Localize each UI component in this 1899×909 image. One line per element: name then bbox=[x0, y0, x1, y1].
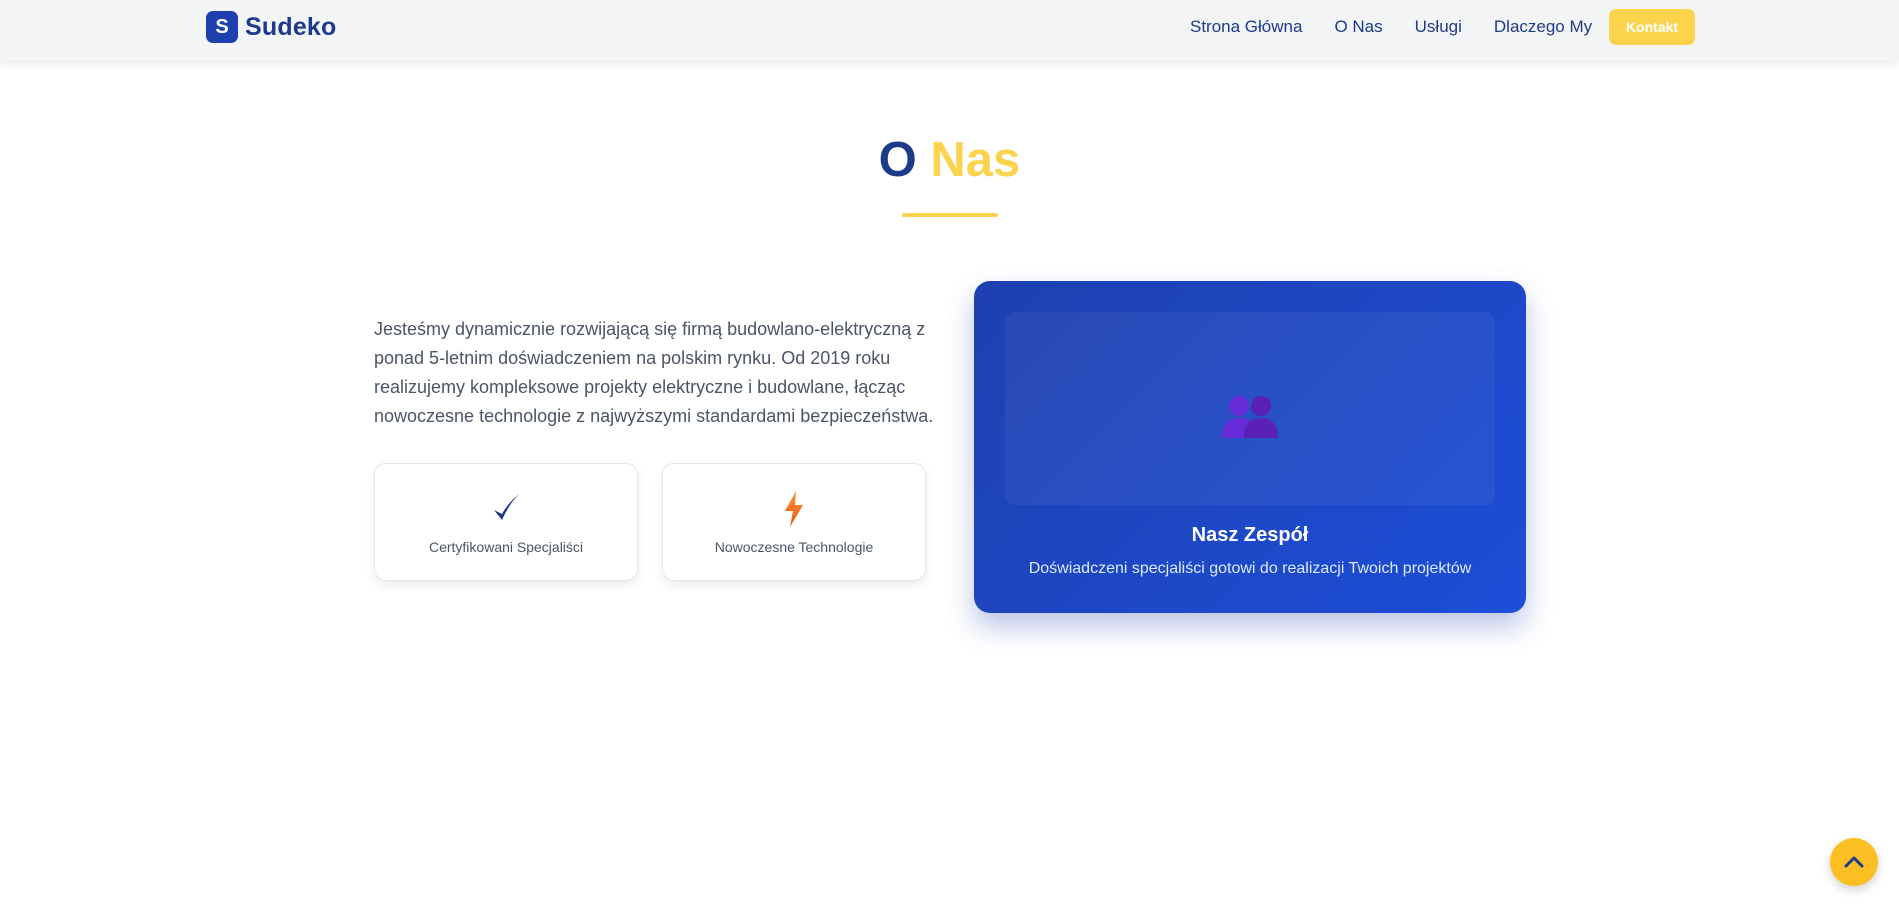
about-paragraph: Jesteśmy dynamicznie rozwijającą się fir… bbox=[374, 319, 934, 426]
team-card: Nasz Zespół Doświadczeni specjaliści got… bbox=[974, 281, 1526, 613]
logo-badge: S bbox=[206, 11, 238, 43]
contact-button[interactable]: Kontakt bbox=[1609, 9, 1695, 45]
nav-links: Strona Główna O Nas Usługi Dlaczego My bbox=[1190, 17, 1624, 37]
section-title-part1: O bbox=[878, 133, 917, 187]
feature-label: Nowoczesne Technologie bbox=[714, 539, 874, 555]
title-underline bbox=[902, 213, 998, 217]
logo-text: Sudeko bbox=[245, 12, 337, 41]
feature-card-technology: Nowoczesne Technologie bbox=[662, 463, 926, 581]
section-title: O Nas bbox=[0, 136, 1899, 185]
team-description: Doświadczeni specjaliści gotowi do reali… bbox=[1028, 560, 1472, 577]
nav-link-why-us[interactable]: Dlaczego My bbox=[1494, 17, 1592, 37]
section-title-part2: Nas bbox=[930, 133, 1021, 187]
logo[interactable]: S Sudeko bbox=[206, 11, 337, 43]
scroll-to-top-button[interactable] bbox=[1830, 838, 1878, 886]
checkmark-icon bbox=[375, 490, 637, 526]
team-title: Nasz Zespół bbox=[1191, 524, 1309, 546]
chevron-up-icon bbox=[1844, 856, 1864, 868]
people-icon bbox=[974, 392, 1526, 438]
feature-card-certified: Certyfikowani Specjaliści bbox=[374, 463, 638, 581]
navbar: S Sudeko Strona Główna O Nas Usługi Dlac… bbox=[0, 0, 1899, 61]
nav-link-home[interactable]: Strona Główna bbox=[1190, 17, 1302, 37]
feature-label: Certyfikowani Specjaliści bbox=[428, 539, 584, 555]
nav-link-services[interactable]: Usługi bbox=[1415, 17, 1462, 37]
lightning-icon bbox=[663, 490, 925, 527]
nav-link-about[interactable]: O Nas bbox=[1334, 17, 1382, 37]
